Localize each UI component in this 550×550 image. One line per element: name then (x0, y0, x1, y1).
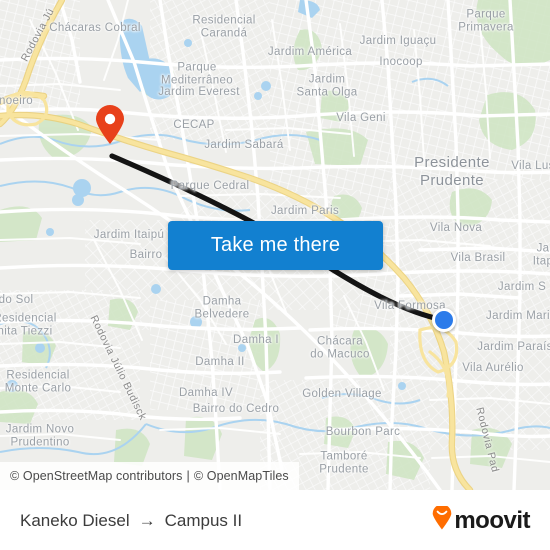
route-summary: Kaneko Diesel → Campus II (20, 511, 242, 531)
footer-bar: Kaneko Diesel → Campus II moovit (0, 490, 550, 550)
moovit-pin-icon (432, 504, 452, 535)
arrow-right-icon: → (138, 510, 156, 530)
attribution-separator: | (186, 469, 190, 483)
destination-label: Campus II (164, 510, 243, 530)
osm-attribution-link[interactable]: © OpenStreetMap contributors (10, 469, 183, 483)
maptiles-attribution-link[interactable]: © OpenMapTiles (194, 469, 289, 483)
destination-location-dot-icon[interactable] (432, 308, 456, 332)
origin-label: Kaneko Diesel (20, 510, 130, 530)
moovit-route-screenshot: Presidente Prudente Rodovia Jú Chácaras Co… (0, 0, 550, 550)
origin-map-pin-icon[interactable] (95, 105, 125, 150)
map-canvas[interactable]: Presidente Prudente Rodovia Jú Chácaras Co… (0, 0, 550, 490)
map-attribution: © OpenStreetMap contributors | © OpenMap… (0, 462, 299, 490)
moovit-wordmark: moovit (454, 506, 530, 534)
moovit-logo[interactable]: moovit (432, 504, 530, 535)
take-me-there-button[interactable]: Take me there (168, 221, 383, 270)
